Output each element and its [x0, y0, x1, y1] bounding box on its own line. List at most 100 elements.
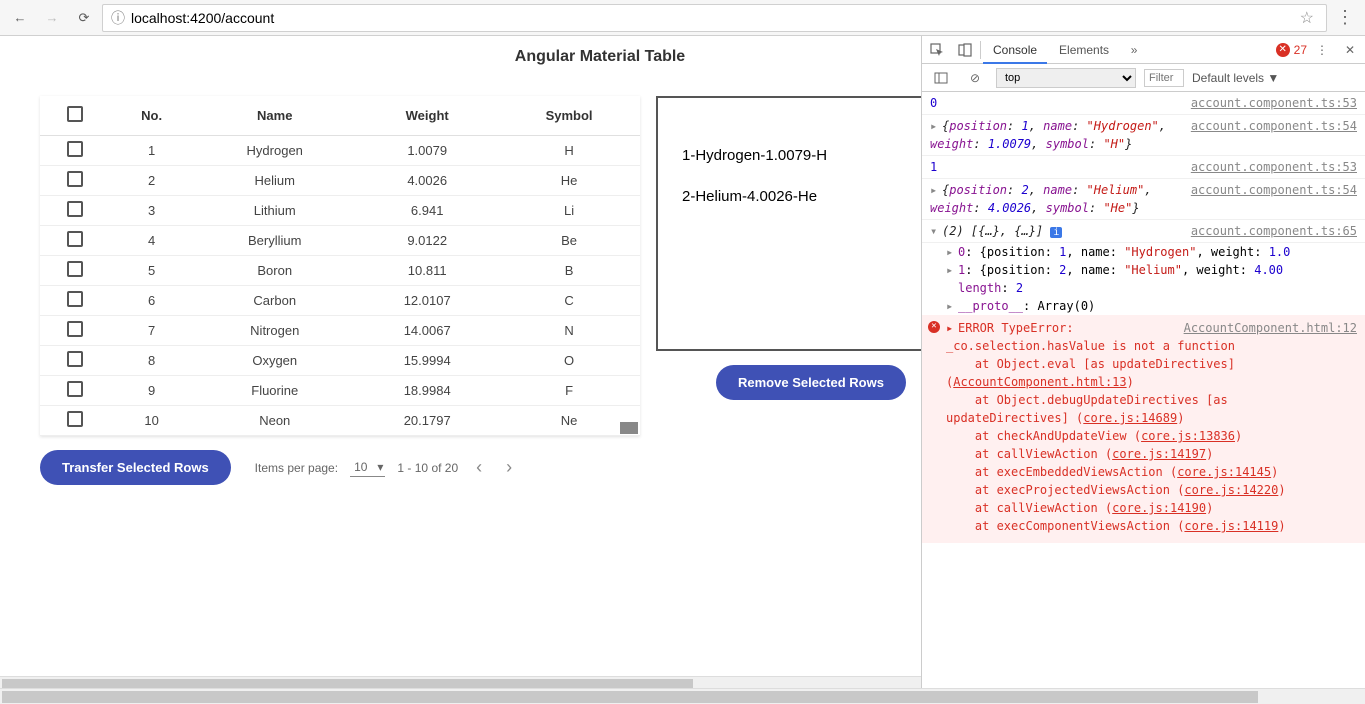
resize-handle[interactable]	[620, 422, 638, 434]
next-page-button[interactable]: ›	[500, 457, 518, 478]
cell-symbol: B	[498, 256, 640, 286]
row-checkbox[interactable]	[67, 381, 83, 397]
elements-table: No. Name Weight Symbol 1Hydrogen1.0079H2…	[40, 96, 640, 436]
cell-no: 7	[110, 316, 193, 346]
cell-no: 10	[110, 406, 193, 436]
cell-no: 2	[110, 166, 193, 196]
table-row: 9Fluorine18.9984F	[40, 376, 640, 406]
table-row: 2Helium4.0026He	[40, 166, 640, 196]
console-filter-input[interactable]	[1144, 69, 1184, 87]
error-count[interactable]: ✕27	[1276, 43, 1307, 57]
devtools-tabs: Console Elements » ✕27 ⋮ ✕	[922, 36, 1365, 64]
bookmark-star-icon[interactable]: ☆	[1296, 8, 1318, 28]
cell-symbol: Ne	[498, 406, 640, 436]
cell-name: Oxygen	[193, 346, 356, 376]
cell-name: Fluorine	[193, 376, 356, 406]
cell-symbol: H	[498, 136, 640, 166]
browser-toolbar: ← → ⟳ ⓘ ☆ ⋮	[0, 0, 1365, 36]
cell-weight: 4.0026	[356, 166, 498, 196]
table-row: 7Nitrogen14.0067N	[40, 316, 640, 346]
console-sidebar-icon[interactable]	[928, 65, 954, 91]
console-error: ✕ ▸ERROR TypeError:AccountComponent.html…	[922, 315, 1365, 543]
cell-no: 5	[110, 256, 193, 286]
table-row: 5Boron10.811B	[40, 256, 640, 286]
url-bar[interactable]: ⓘ ☆	[102, 4, 1327, 32]
inspect-icon[interactable]	[924, 37, 950, 63]
cell-symbol: C	[498, 286, 640, 316]
select-all-checkbox[interactable]	[67, 106, 83, 122]
cell-no: 6	[110, 286, 193, 316]
cell-weight: 18.9984	[356, 376, 498, 406]
row-checkbox[interactable]	[67, 231, 83, 247]
row-checkbox[interactable]	[67, 321, 83, 337]
cell-no: 9	[110, 376, 193, 406]
cell-name: Hydrogen	[193, 136, 356, 166]
cell-no: 8	[110, 346, 193, 376]
more-tabs-icon[interactable]: »	[1121, 37, 1147, 63]
page-content: Angular Material Table No. Name Weight S…	[0, 36, 921, 692]
col-weight: Weight	[356, 96, 498, 136]
url-input[interactable]	[131, 10, 1290, 26]
table-row: 1Hydrogen1.0079H	[40, 136, 640, 166]
tab-console[interactable]: Console	[983, 36, 1047, 64]
console-toolbar: ⊘ top Default levels ▼	[922, 64, 1365, 92]
prev-page-button[interactable]: ‹	[470, 457, 488, 478]
table-row: 4Beryllium9.0122Be	[40, 226, 640, 256]
clear-console-icon[interactable]: ⊘	[962, 65, 988, 91]
selected-panel: Selected I 1-Hydrogen-1.0079-H 2-Helium-4…	[656, 96, 921, 351]
tab-elements[interactable]: Elements	[1049, 36, 1119, 64]
row-checkbox[interactable]	[67, 201, 83, 217]
selected-item: 2-Helium-4.0026-He	[682, 188, 921, 205]
page-range: 1 - 10 of 20	[397, 461, 458, 475]
selected-title: Selected I	[658, 98, 921, 131]
cell-symbol: Li	[498, 196, 640, 226]
devtools-close-icon[interactable]: ✕	[1337, 37, 1363, 63]
devtools-panel: Console Elements » ✕27 ⋮ ✕ ⊘ top Default…	[921, 36, 1365, 692]
row-checkbox[interactable]	[67, 411, 83, 427]
cell-weight: 6.941	[356, 196, 498, 226]
cell-no: 4	[110, 226, 193, 256]
console-output[interactable]: 0account.component.ts:53 ▸{position: 1, …	[922, 92, 1365, 692]
log-levels-select[interactable]: Default levels ▼	[1192, 71, 1279, 85]
cell-symbol: Be	[498, 226, 640, 256]
cell-weight: 1.0079	[356, 136, 498, 166]
row-checkbox[interactable]	[67, 141, 83, 157]
info-icon[interactable]: ⓘ	[111, 8, 125, 28]
cell-weight: 12.0107	[356, 286, 498, 316]
cell-symbol: He	[498, 166, 640, 196]
back-button[interactable]: ←	[6, 4, 34, 32]
row-checkbox[interactable]	[67, 291, 83, 307]
cell-no: 1	[110, 136, 193, 166]
selected-item: 1-Hydrogen-1.0079-H	[682, 147, 921, 164]
row-checkbox[interactable]	[67, 261, 83, 277]
page-title: Angular Material Table	[40, 48, 921, 66]
cell-weight: 20.1797	[356, 406, 498, 436]
reload-button[interactable]: ⟳	[70, 4, 98, 32]
page-size-select[interactable]: 10 ▾	[350, 458, 385, 477]
cell-name: Nitrogen	[193, 316, 356, 346]
devtools-menu-icon[interactable]: ⋮	[1309, 37, 1335, 63]
remove-button[interactable]: Remove Selected Rows	[716, 365, 906, 400]
cell-name: Carbon	[193, 286, 356, 316]
forward-button[interactable]: →	[38, 4, 66, 32]
table-row: 6Carbon12.0107C	[40, 286, 640, 316]
device-icon[interactable]	[952, 37, 978, 63]
cell-weight: 10.811	[356, 256, 498, 286]
devtools-scrollbar[interactable]	[0, 688, 1365, 704]
cell-weight: 9.0122	[356, 226, 498, 256]
context-select[interactable]: top	[996, 68, 1136, 88]
cell-no: 3	[110, 196, 193, 226]
cell-name: Neon	[193, 406, 356, 436]
browser-menu-icon[interactable]: ⋮	[1331, 7, 1359, 28]
cell-name: Boron	[193, 256, 356, 286]
transfer-button[interactable]: Transfer Selected Rows	[40, 450, 231, 485]
paginator: Items per page: 10 ▾ 1 - 10 of 20 ‹ ›	[255, 457, 518, 478]
cell-symbol: O	[498, 346, 640, 376]
table-row: 10Neon20.1797Ne	[40, 406, 640, 436]
paginator-label: Items per page:	[255, 461, 338, 475]
row-checkbox[interactable]	[67, 171, 83, 187]
row-checkbox[interactable]	[67, 351, 83, 367]
col-name: Name	[193, 96, 356, 136]
table-row: 3Lithium6.941Li	[40, 196, 640, 226]
col-symbol: Symbol	[498, 96, 640, 136]
